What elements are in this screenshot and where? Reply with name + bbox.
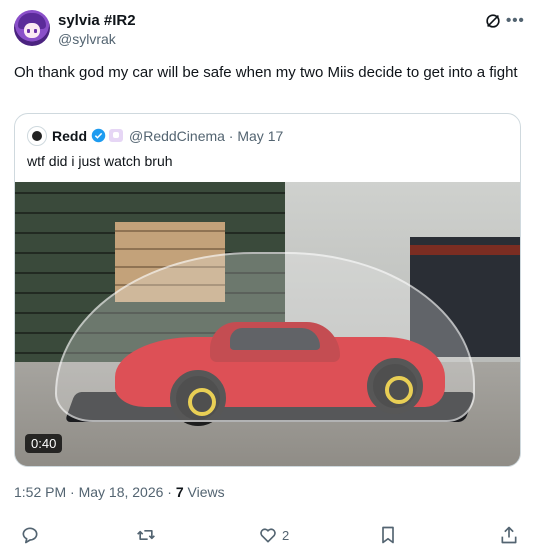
views-label: Views [183, 484, 225, 500]
repost-button[interactable] [136, 524, 156, 546]
views-count: 7 [175, 484, 184, 500]
tweet-header: sylvia #IR2 @sylvrak ••• [14, 10, 524, 50]
reply-button[interactable] [20, 524, 40, 546]
like-count: 2 [282, 527, 290, 543]
author-handle[interactable]: @sylvrak [58, 31, 116, 47]
timestamp[interactable]: 1:52 PM · May 18, 2026 · [14, 484, 176, 500]
repost-icon [137, 530, 155, 540]
reply-icon [22, 527, 38, 544]
author-name[interactable]: sylvia #IR2 [58, 12, 136, 29]
quoted-text: wtf did i just watch bruh [27, 153, 173, 169]
video-player[interactable]: 0:40 [15, 182, 520, 466]
affiliate-badge-icon [109, 129, 123, 142]
quoted-handle-date[interactable]: @ReddCinema · May 17 [129, 128, 283, 144]
heart-icon [260, 528, 276, 543]
quoted-author-name[interactable]: Redd [52, 128, 87, 144]
more-icon[interactable]: ••• [506, 12, 525, 29]
action-bar: 2 [14, 524, 521, 548]
tweet-meta: 1:52 PM · May 18, 2026 · 7 Views [14, 484, 225, 500]
video-duration: 0:40 [25, 434, 63, 453]
share-icon [501, 526, 517, 544]
quoted-avatar[interactable] [27, 126, 47, 146]
grok-icon[interactable] [484, 12, 502, 30]
bookmark-icon [382, 526, 394, 544]
quoted-tweet[interactable]: Redd @ReddCinema · May 17 wtf did i just… [14, 113, 521, 467]
tweet-text: Oh thank god my car will be safe when my… [14, 64, 518, 81]
share-button[interactable] [499, 524, 519, 546]
verified-icon [91, 128, 106, 143]
like-button[interactable]: 2 [258, 524, 289, 546]
bookmark-button[interactable] [378, 524, 398, 546]
avatar[interactable] [14, 10, 50, 46]
